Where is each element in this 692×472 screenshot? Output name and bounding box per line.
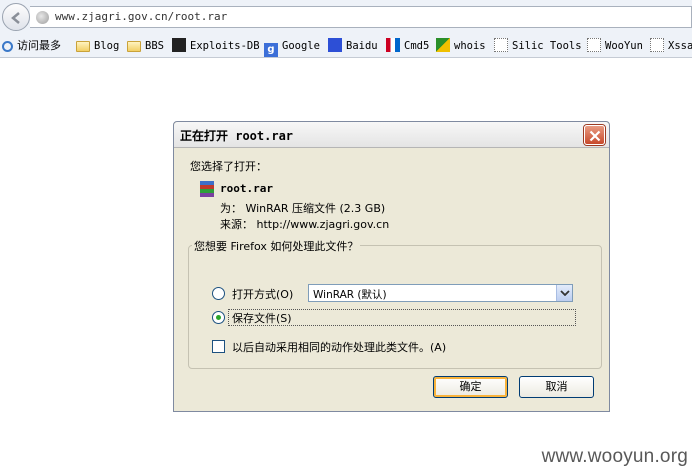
cmd5-icon [386, 38, 400, 52]
save-file-label[interactable]: 保存文件(S) [232, 310, 292, 326]
folder-icon [76, 41, 90, 52]
action-group-title: 您想要 Firefox 如何处理此文件？ [192, 238, 361, 254]
open-with-label[interactable]: 打开方式(O) [232, 286, 293, 302]
bookmarks-toolbar: 访问最多 Blog BBS Exploits-DB g Google Baidu … [0, 34, 692, 58]
open-with-radio[interactable] [212, 287, 225, 300]
open-with-value: WinRAR (默认) [313, 289, 387, 301]
back-button[interactable] [2, 3, 30, 31]
download-dialog: 正在打开 root.rar 您选择了打开： root.rar 为： WinRAR… [173, 121, 610, 412]
intro-text: 您选择了打开： [190, 160, 267, 173]
dialog-title: 正在打开 root.rar [180, 129, 294, 143]
baidu-paw-icon [328, 38, 342, 52]
bookmark-google[interactable]: g Google [264, 38, 320, 57]
search-icon [2, 41, 13, 52]
file-type-line: 为： WinRAR 压缩文件 (2.3 GB) [220, 202, 386, 215]
dialog-title-bar[interactable]: 正在打开 root.rar [174, 122, 609, 148]
watermark: www.wooyun.org [541, 446, 688, 467]
save-file-radio[interactable] [212, 311, 225, 324]
dotted-page-icon [587, 38, 601, 52]
dotted-page-icon [650, 38, 664, 52]
close-icon [589, 130, 601, 142]
url-bar[interactable]: www.zjagri.gov.cn/root.rar [30, 6, 692, 28]
whois-icon [436, 38, 450, 52]
google-icon: g [264, 43, 278, 57]
navigation-toolbar: www.zjagri.gov.cn/root.rar [0, 0, 692, 34]
bookmark-wooyun[interactable]: WooYun [587, 38, 643, 54]
bookmark-blog[interactable]: Blog [76, 38, 119, 54]
dotted-page-icon [494, 38, 508, 52]
close-button[interactable] [584, 125, 605, 145]
bookmark-bbs[interactable]: BBS [127, 38, 164, 54]
bookmark-baidu[interactable]: Baidu [328, 38, 378, 54]
bookmark-most-visited[interactable]: 访问最多 [2, 38, 61, 54]
file-name: root.rar [220, 182, 273, 195]
open-with-select[interactable]: WinRAR (默认) [308, 284, 573, 302]
ok-button[interactable]: 确定 [433, 376, 508, 398]
bookmark-exploits-db[interactable]: Exploits-DB [172, 38, 260, 54]
remember-choice-checkbox[interactable] [212, 340, 225, 353]
winrar-file-icon [200, 181, 214, 197]
remember-choice-label[interactable]: 以后自动采用相同的动作处理此类文件。(A) [232, 339, 446, 355]
url-text[interactable]: www.zjagri.gov.cn/root.rar [55, 10, 227, 23]
dialog-body: 您选择了打开： root.rar 为： WinRAR 压缩文件 (2.3 GB)… [180, 150, 603, 406]
bookmark-whois[interactable]: whois [436, 38, 486, 54]
back-arrow-icon [11, 12, 20, 24]
exploits-db-icon [172, 38, 186, 52]
bookmark-cmd5[interactable]: Cmd5 [386, 38, 429, 54]
bookmark-xssa[interactable]: Xssa [650, 38, 692, 54]
chevron-down-icon [560, 290, 570, 296]
cancel-button[interactable]: 取消 [519, 376, 594, 398]
bookmark-silic-tools[interactable]: Silic Tools [494, 38, 582, 54]
globe-icon [36, 11, 49, 24]
folder-icon [127, 41, 141, 52]
dropdown-button[interactable] [556, 285, 572, 301]
file-source-line: 来源： http://www.zjagri.gov.cn [220, 218, 390, 231]
